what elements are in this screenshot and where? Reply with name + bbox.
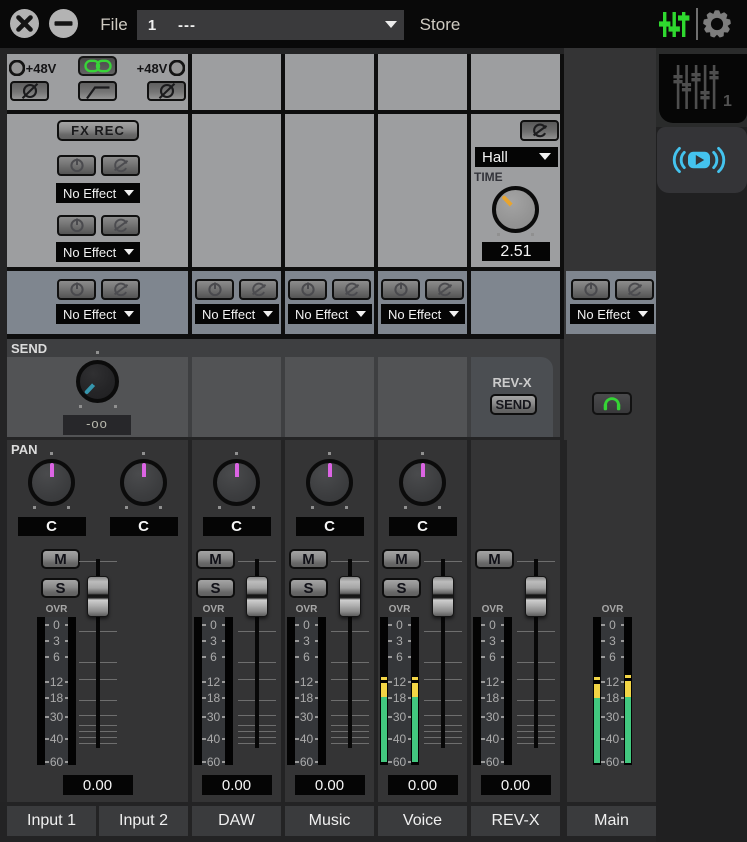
svg-text:1: 1 [723, 93, 732, 110]
